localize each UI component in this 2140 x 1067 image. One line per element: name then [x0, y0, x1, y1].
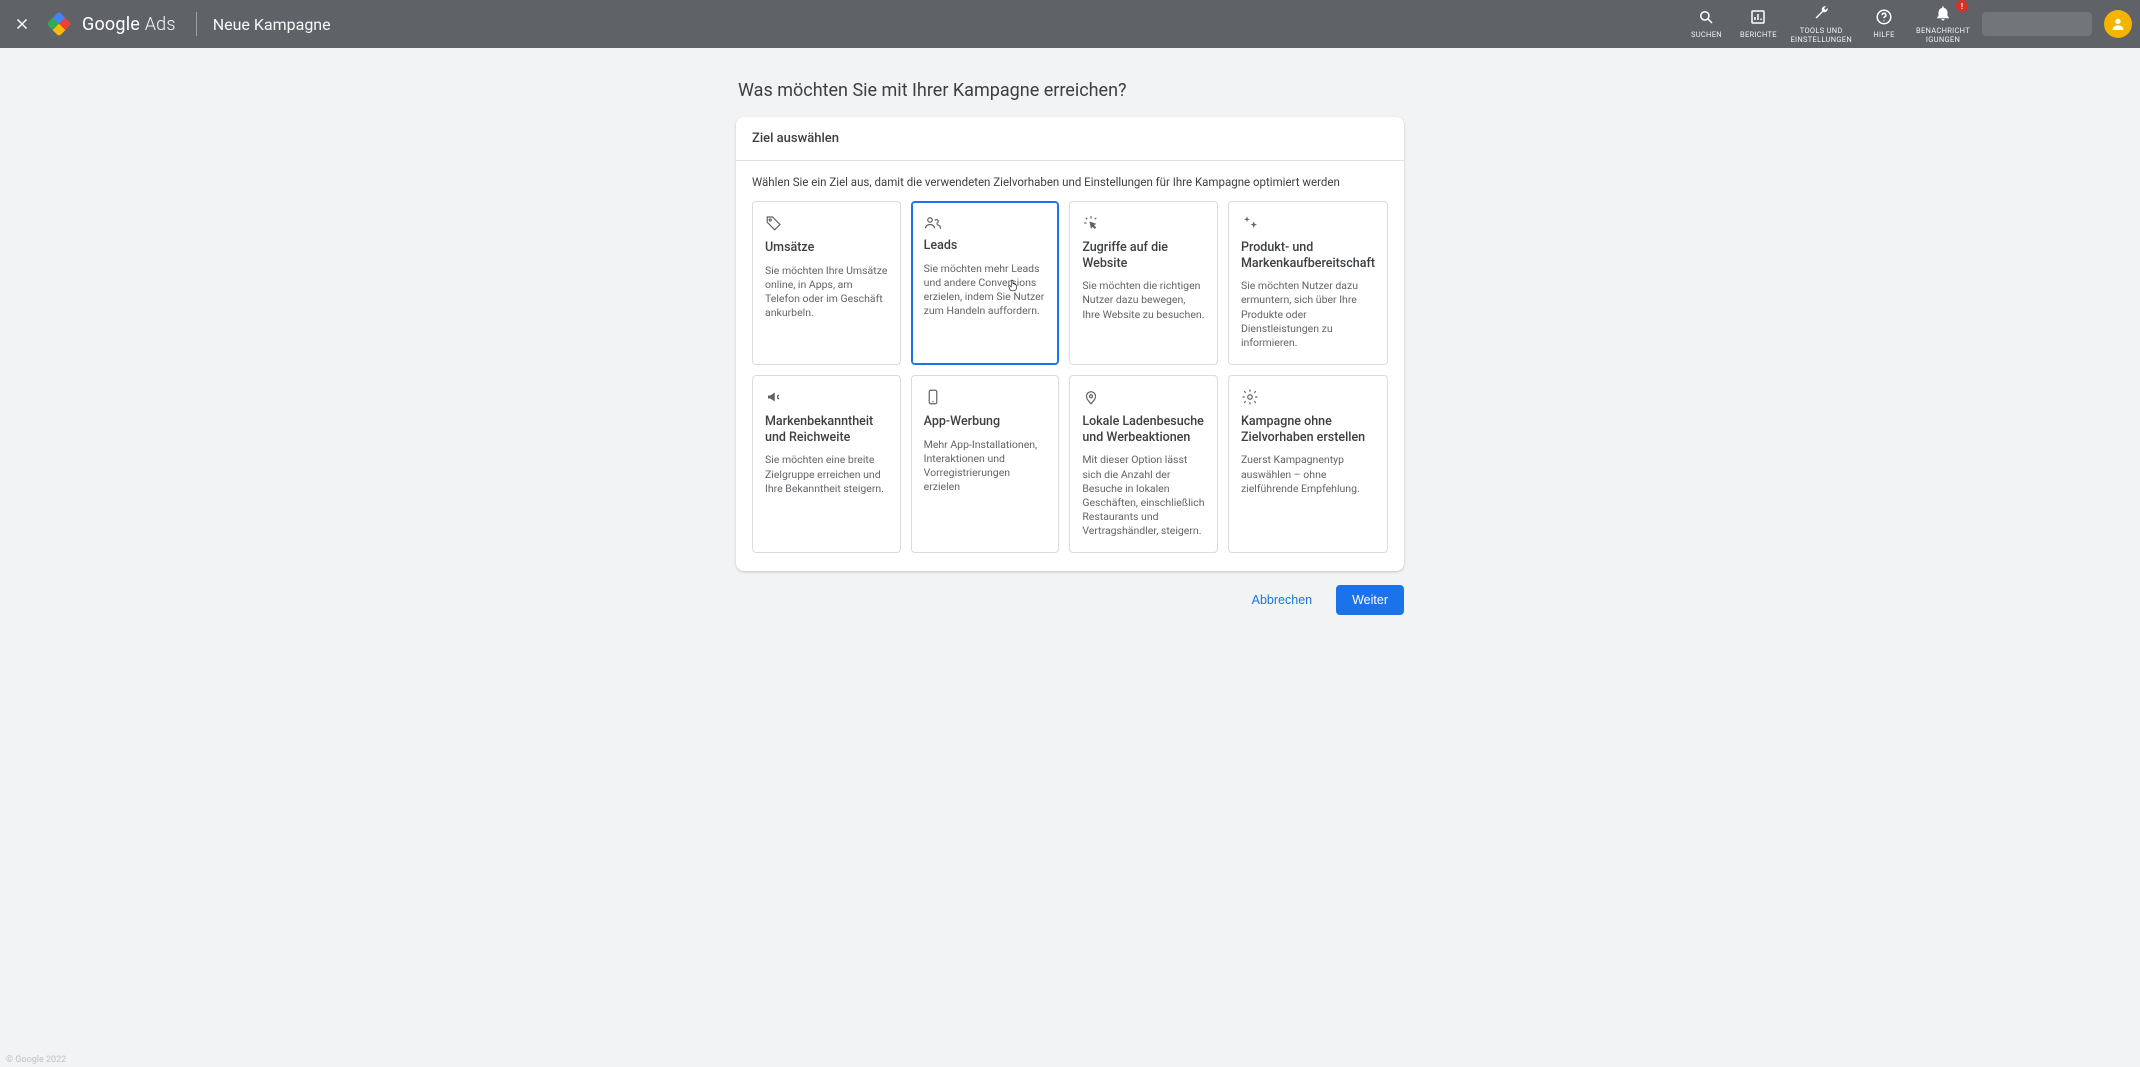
goal-title: Lokale Ladenbesuche und Werbeaktionen [1082, 414, 1205, 445]
brand-title: Google Ads [82, 14, 176, 35]
tools-settings-tool[interactable]: TOOLS UNDEINSTELLUNGEN [1790, 4, 1852, 44]
user-avatar[interactable] [2104, 10, 2132, 38]
goal-title: Markenbekanntheit und Reichweite [765, 414, 888, 445]
reports-label: BERICHTE [1740, 31, 1777, 39]
header-divider [196, 12, 197, 36]
wrench-icon [1812, 4, 1830, 25]
goal-card: Ziel auswählen Wählen Sie ein Ziel aus, … [736, 117, 1404, 571]
page-body: Was möchten Sie mit Ihrer Kampagne errei… [0, 48, 2140, 1067]
google-ads-logo-icon [47, 12, 72, 37]
brand-ads: Ads [145, 14, 176, 35]
card-subtitle: Wählen Sie ein Ziel aus, damit die verwe… [736, 161, 1404, 201]
notifications-tool[interactable]: ! BENACHRICHTIGUNGEN [1916, 4, 1970, 44]
search-icon [1697, 8, 1715, 29]
app-header: Google Ads Neue Kampagne SUCHEN BERICHTE… [0, 0, 2140, 48]
help-tool[interactable]: HILFE [1864, 8, 1904, 39]
goal-title: Zugriffe auf die Website [1082, 240, 1205, 271]
goal-product-consideration[interactable]: Produkt- und Markenkaufbereitschaft Sie … [1228, 201, 1388, 365]
goal-desc: Mehr App-Installationen, Interaktionen u… [924, 438, 1047, 495]
megaphone-icon [765, 388, 888, 408]
goal-title: Produkt- und Markenkaufbereitschaft [1241, 240, 1375, 271]
reports-icon [1749, 8, 1767, 29]
footer-copyright: © Google 2022 [6, 1055, 66, 1065]
notification-badge: ! [1956, 0, 1968, 12]
goal-desc: Zuerst Kampagnentyp auswählen – ohne zie… [1241, 453, 1375, 496]
next-button[interactable]: Weiter [1336, 585, 1404, 615]
click-icon [1082, 214, 1205, 234]
page-title: Neue Kampagne [213, 15, 331, 34]
goal-title: App-Werbung [924, 414, 1047, 430]
notifications-label: BENACHRICHTIGUNGEN [1916, 27, 1970, 44]
goal-no-objective[interactable]: Kampagne ohne Zielvorhaben erstellen Zue… [1228, 375, 1388, 553]
reports-tool[interactable]: BERICHTE [1738, 8, 1778, 39]
bell-icon [1934, 4, 1952, 25]
tag-icon [765, 214, 888, 234]
close-icon [13, 15, 31, 33]
help-label: HILFE [1873, 31, 1894, 39]
goal-title: Umsätze [765, 240, 888, 256]
goal-grid: Umsätze Sie möchten Ihre Umsätze online,… [736, 201, 1404, 571]
goal-desc: Sie möchten Ihre Umsätze online, in Apps… [765, 264, 888, 321]
card-title: Ziel auswählen [736, 117, 1404, 161]
people-icon [924, 214, 1047, 234]
goal-desc: Mit dieser Option lässt sich die Anzahl … [1082, 453, 1205, 538]
avatar-icon [2110, 16, 2126, 32]
phone-icon [924, 388, 1047, 408]
goal-title: Kampagne ohne Zielvorhaben erstellen [1241, 414, 1375, 445]
goal-leads[interactable]: Leads Sie möchten mehr Leads und andere … [911, 201, 1060, 365]
page-question: Was möchten Sie mit Ihrer Kampagne errei… [738, 80, 1404, 101]
close-button[interactable] [8, 10, 36, 38]
goal-desc: Sie möchten mehr Leads und andere Conver… [924, 262, 1047, 319]
brand-google: Google [82, 14, 140, 35]
gear-icon [1241, 388, 1375, 408]
tools-settings-label: TOOLS UNDEINSTELLUNGEN [1790, 27, 1852, 44]
search-label: SUCHEN [1691, 31, 1722, 39]
goal-brand-awareness[interactable]: Markenbekanntheit und Reichweite Sie möc… [752, 375, 901, 553]
wizard-actions: Abbrechen Weiter [736, 585, 1404, 615]
goal-website-traffic[interactable]: Zugriffe auf die Website Sie möchten die… [1069, 201, 1218, 365]
help-icon [1875, 8, 1893, 29]
goal-desc: Sie möchten eine breite Zielgruppe errei… [765, 453, 888, 496]
goal-app-promotion[interactable]: App-Werbung Mehr App-Installationen, Int… [911, 375, 1060, 553]
sparkle-icon [1241, 214, 1375, 234]
cancel-button[interactable]: Abbrechen [1236, 585, 1328, 615]
goal-sales[interactable]: Umsätze Sie möchten Ihre Umsätze online,… [752, 201, 901, 365]
goal-desc: Sie möchten Nutzer dazu ermuntern, sich … [1241, 279, 1375, 350]
account-switcher[interactable] [1982, 12, 2092, 36]
pin-icon [1082, 388, 1205, 408]
goal-title: Leads [924, 238, 1047, 254]
goal-desc: Sie möchten die richtigen Nutzer dazu be… [1082, 279, 1205, 322]
goal-local-store[interactable]: Lokale Ladenbesuche und Werbeaktionen Mi… [1069, 375, 1218, 553]
search-tool[interactable]: SUCHEN [1686, 8, 1726, 39]
